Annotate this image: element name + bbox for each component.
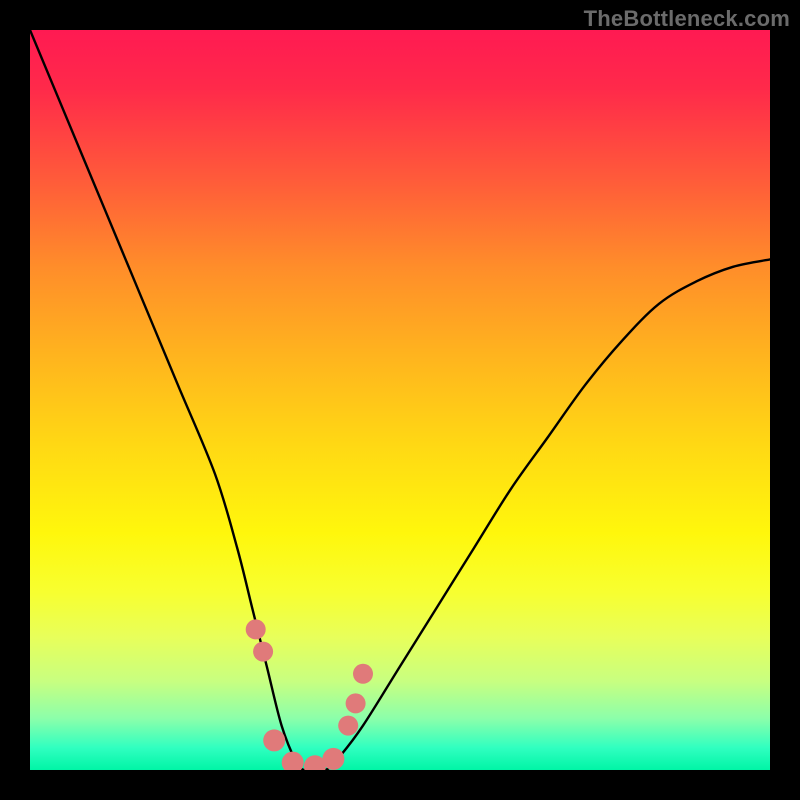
watermark-label: TheBottleneck.com [584, 6, 790, 32]
bottleneck-curve-path [30, 30, 770, 770]
curve-marker-3 [282, 752, 304, 770]
chart-frame: TheBottleneck.com [0, 0, 800, 800]
marker-group [246, 619, 373, 770]
curve-marker-5 [322, 748, 344, 770]
curve-marker-7 [346, 693, 366, 713]
curve-marker-2 [263, 729, 285, 751]
curve-marker-0 [246, 619, 266, 639]
curve-marker-1 [253, 642, 273, 662]
curve-marker-8 [353, 664, 373, 684]
curve-marker-6 [338, 716, 358, 736]
chart-svg-layer [30, 30, 770, 770]
